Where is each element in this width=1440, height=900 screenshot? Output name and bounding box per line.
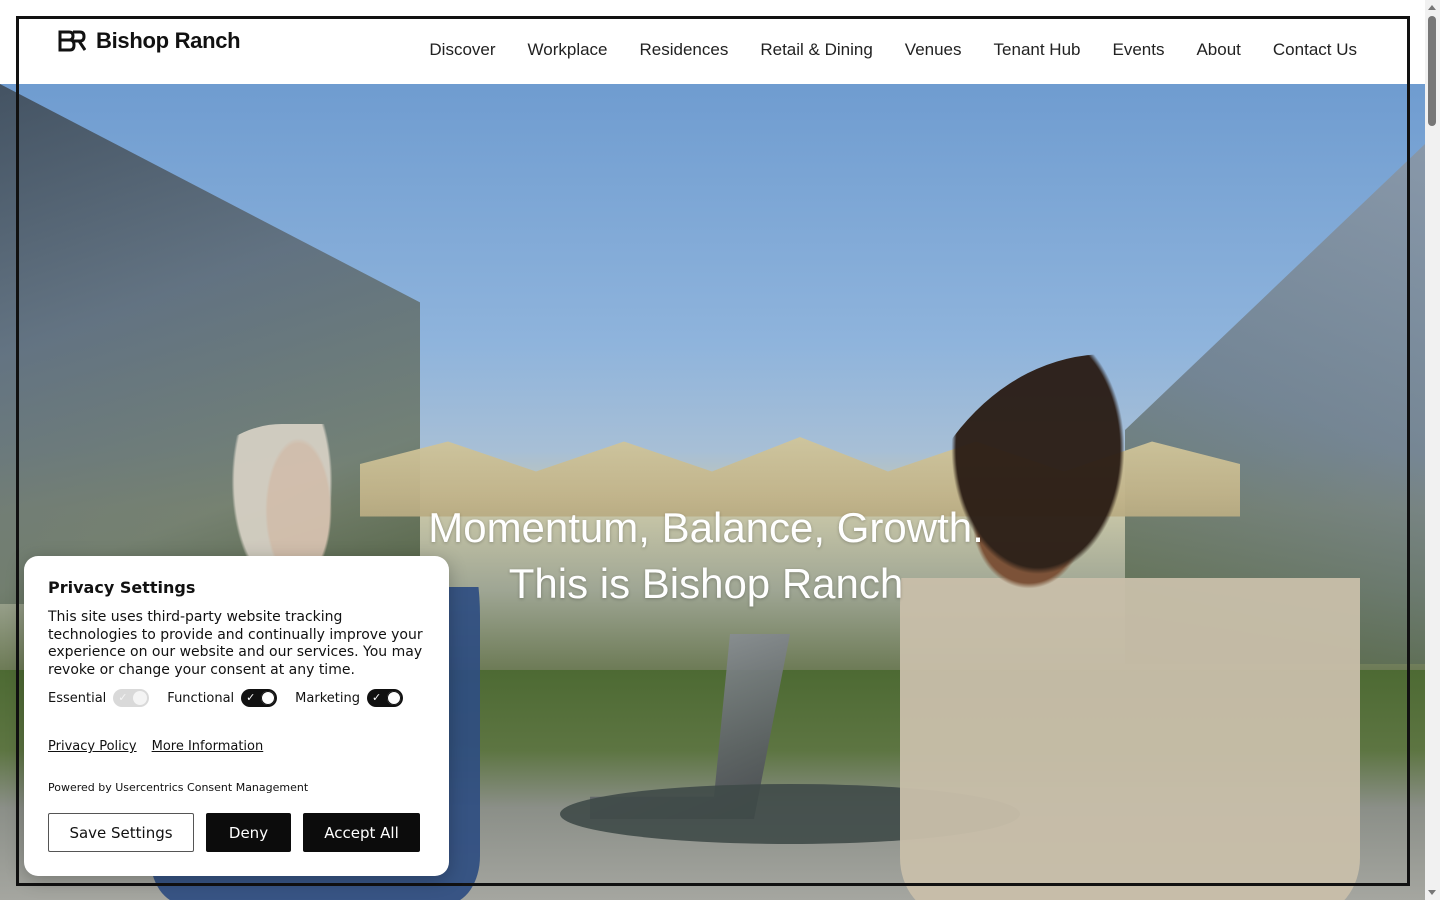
brand-name-ghost: Bishop Ranch xyxy=(96,53,241,78)
accept-all-button[interactable]: Accept All xyxy=(303,813,420,852)
toggle-essential-label: Essential xyxy=(48,690,107,706)
check-icon: ✓ xyxy=(246,691,256,704)
marketing-switch[interactable]: ✓ xyxy=(366,689,403,707)
privacy-policy-link[interactable]: Privacy Policy xyxy=(48,739,137,754)
dialog-links: Privacy Policy More Information xyxy=(48,739,263,754)
vertical-scrollbar[interactable] xyxy=(1425,0,1440,900)
nav-item-discover[interactable]: Discover xyxy=(429,40,495,60)
toggle-functional-label: Functional xyxy=(167,690,235,706)
brand-logo-ghost: Bishop Ranch xyxy=(58,52,241,80)
toggle-marketing-label: Marketing xyxy=(295,690,360,706)
essential-switch: ✓ xyxy=(113,689,150,707)
br-logo-ghost-icon xyxy=(58,52,87,80)
dialog-title: Privacy Settings xyxy=(48,578,196,597)
nav-item-workplace[interactable]: Workplace xyxy=(528,40,608,60)
dialog-description: This site uses third-party website track… xyxy=(48,609,423,678)
switch-knob xyxy=(386,691,401,705)
powered-by-text: Powered by Usercentrics Consent Manageme… xyxy=(48,781,309,794)
consent-toggles: Essential ✓ Functional ✓ Marketing ✓ xyxy=(48,689,403,707)
br-logo-icon xyxy=(58,30,86,52)
nav-item-retail-dining[interactable]: Retail & Dining xyxy=(760,40,872,60)
nav-item-residences[interactable]: Residences xyxy=(640,40,729,60)
toggle-essential: Essential ✓ xyxy=(48,689,150,707)
nav-item-tenant-hub[interactable]: Tenant Hub xyxy=(994,40,1081,60)
dialog-buttons: Save Settings Deny Accept All xyxy=(48,813,420,852)
nav-item-venues[interactable]: Venues xyxy=(905,40,962,60)
more-information-link[interactable]: More Information xyxy=(152,739,264,754)
nav-item-events[interactable]: Events xyxy=(1112,40,1164,60)
scrollbar-thumb[interactable] xyxy=(1428,16,1436,126)
switch-knob xyxy=(133,691,148,705)
deny-button[interactable]: Deny xyxy=(206,813,291,852)
main-nav: Discover Workplace Residences Retail & D… xyxy=(429,40,1357,60)
nav-item-about[interactable]: About xyxy=(1196,40,1240,60)
check-icon: ✓ xyxy=(371,691,382,704)
check-icon: ✓ xyxy=(118,691,128,704)
hero-headline-line-1: Momentum, Balance, Growth. xyxy=(428,504,984,551)
privacy-settings-dialog: Privacy Settings This site uses third-pa… xyxy=(24,556,449,876)
save-settings-button[interactable]: Save Settings xyxy=(48,813,194,852)
nav-item-contact-us[interactable]: Contact Us xyxy=(1273,40,1357,60)
scroll-down-arrow-icon[interactable] xyxy=(1428,890,1436,895)
brand-logo[interactable]: Bishop Ranch xyxy=(58,28,241,54)
toggle-marketing: Marketing ✓ xyxy=(295,689,403,707)
switch-knob xyxy=(261,691,276,705)
brand-name: Bishop Ranch xyxy=(96,28,241,53)
hero-image-person-right xyxy=(900,354,1360,900)
toggle-functional: Functional ✓ xyxy=(167,689,278,707)
scroll-up-arrow-icon[interactable] xyxy=(1428,5,1436,10)
functional-switch[interactable]: ✓ xyxy=(241,689,278,707)
